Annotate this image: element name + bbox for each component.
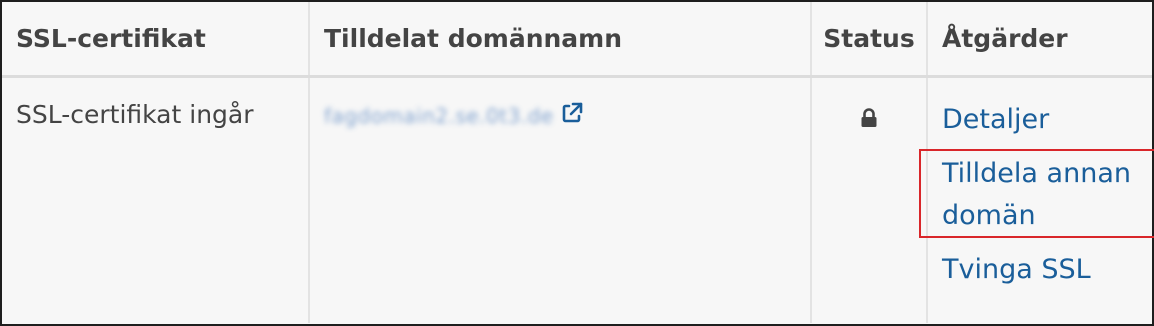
header-assigned-domain: Tilldelat domännamn: [309, 2, 812, 78]
certificate-cell: SSL-certifikat ingår: [2, 76, 310, 323]
header-ssl-certificate: SSL-certifikat: [2, 2, 310, 78]
ssl-table: SSL-certifikat Tilldelat domännamn Statu…: [2, 2, 1154, 323]
highlight-box: Tilldela annan domän: [919, 148, 1154, 238]
external-link-icon[interactable]: [560, 101, 584, 125]
header-status: Status: [811, 2, 928, 78]
domain-name[interactable]: fagdomain2.se.0t3.de: [324, 104, 554, 128]
header-actions: Åtgärder: [927, 2, 1152, 78]
status-cell: [811, 76, 928, 323]
force-ssl-link[interactable]: Tvinga SSL: [942, 250, 1138, 290]
details-link[interactable]: Detaljer: [942, 100, 1138, 140]
assign-other-domain-link[interactable]: Tilldela annan domän: [942, 153, 1154, 237]
table-header-row: SSL-certifikat Tilldelat domännamn Statu…: [2, 2, 1152, 78]
actions-cell: Detaljer Tilldela annan domän Tvinga SSL: [919, 76, 1154, 323]
domain-link[interactable]: fagdomain2.se.0t3.de: [324, 101, 584, 128]
table-row: SSL-certifikat ingår fagdomain2.se.0t3.d…: [2, 76, 1154, 323]
lock-icon: [861, 107, 877, 127]
action-list: Detaljer Tilldela annan domän Tvinga SSL: [919, 100, 1154, 290]
domain-cell: fagdomain2.se.0t3.de: [309, 76, 812, 323]
ssl-table-frame: SSL-certifikat Tilldelat domännamn Statu…: [0, 0, 1154, 326]
